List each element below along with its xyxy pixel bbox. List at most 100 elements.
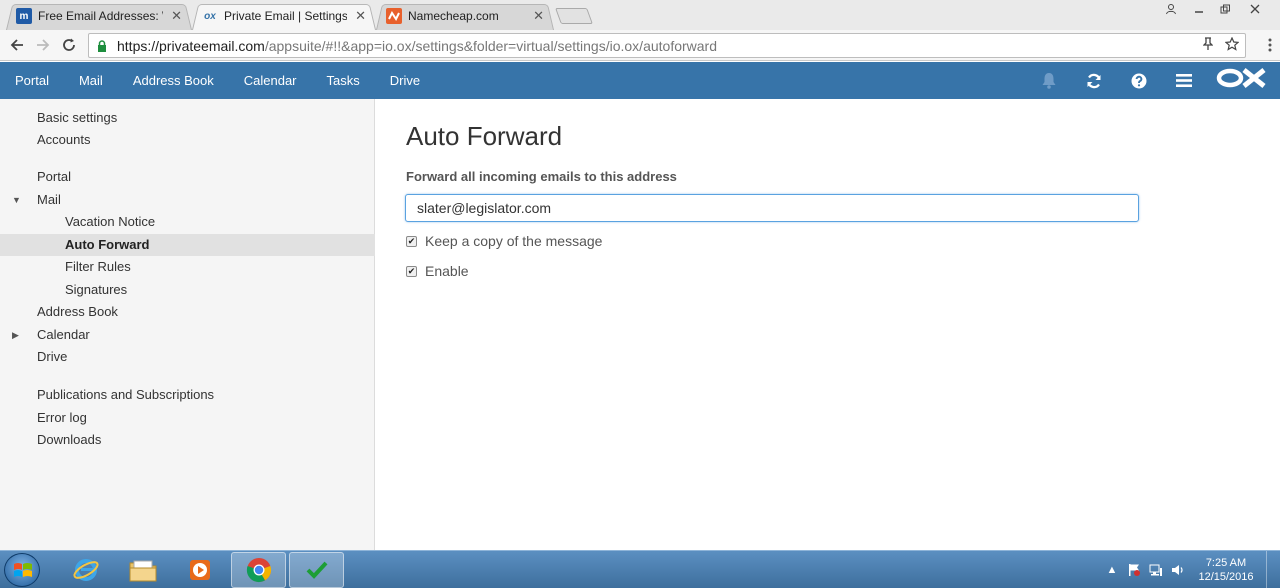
browser-tab-strip: m Free Email Addresses: W ✕ ox Private E… [0, 0, 1280, 30]
sidebar-item-label: Drive [37, 349, 68, 364]
sidebar-item-portal[interactable]: Portal [0, 166, 375, 188]
enable-checkbox[interactable]: ✔ [406, 265, 417, 277]
notifications-bell-icon[interactable] [1026, 62, 1071, 99]
sidebar-item-label: Vacation Notice [65, 214, 156, 229]
enable-option[interactable]: ✔ Enable [406, 263, 469, 279]
browser-tab[interactable]: Namecheap.com ✕ [376, 2, 554, 30]
namecheap-favicon-icon [386, 8, 402, 24]
ox-logo [1216, 67, 1270, 95]
app-top-bar: Portal Mail Address Book Calendar Tasks … [0, 62, 1280, 99]
pin-icon[interactable] [1202, 37, 1214, 54]
sidebar-item-error-log[interactable]: Error log [0, 407, 375, 429]
new-tab-button[interactable] [555, 8, 593, 24]
clock-time: 7:25 AM [1205, 557, 1247, 569]
sidebar-item-vacation-notice[interactable]: Vacation Notice [0, 211, 375, 233]
sidebar-item-label: Error log [37, 410, 87, 425]
nav-address-book[interactable]: Address Book [118, 62, 229, 99]
browser-tab-active[interactable]: ox Private Email | Settings A ✕ [192, 2, 376, 30]
forward-arrow-icon[interactable] [32, 34, 54, 56]
nav-drive[interactable]: Drive [375, 62, 435, 99]
sidebar-item-auto-forward[interactable]: Auto Forward [0, 234, 375, 256]
sidebar-item-calendar[interactable]: ▶ Calendar [0, 324, 375, 346]
ox-favicon-icon: ox [204, 10, 216, 22]
sidebar-item-label: Portal [37, 169, 71, 184]
caret-right-icon[interactable]: ▶ [12, 324, 19, 346]
file-explorer-icon[interactable] [115, 552, 170, 588]
nav-mail[interactable]: Mail [64, 62, 118, 99]
keep-copy-option[interactable]: ✔ Keep a copy of the message [406, 233, 602, 249]
network-icon[interactable] [1146, 560, 1166, 580]
sidebar-item-mail[interactable]: ▼ Mail [0, 189, 375, 211]
back-arrow-icon[interactable] [6, 34, 28, 56]
close-window-icon[interactable] [1242, 0, 1268, 18]
tab-title: Free Email Addresses: W [38, 9, 164, 23]
reload-icon[interactable] [58, 34, 80, 56]
caret-down-icon[interactable]: ▼ [12, 189, 21, 211]
sidebar-item-downloads[interactable]: Downloads [0, 429, 375, 451]
enable-label: Enable [425, 263, 469, 279]
sidebar-item-publications[interactable]: Publications and Subscriptions [0, 384, 375, 406]
bookmark-star-icon[interactable] [1224, 36, 1240, 54]
volume-icon[interactable] [1168, 560, 1188, 580]
help-icon[interactable] [1116, 62, 1161, 99]
sidebar-item-label: Address Book [37, 304, 118, 319]
keep-copy-label: Keep a copy of the message [425, 233, 603, 249]
windows-logo-icon [14, 563, 32, 577]
close-icon[interactable]: ✕ [171, 8, 182, 24]
sidebar-item-basic-settings[interactable]: Basic settings [0, 107, 375, 129]
settings-content: Auto Forward Forward all incoming emails… [376, 99, 1280, 550]
app-top-icons [1026, 62, 1280, 99]
settings-sidebar: Basic settings Accounts Portal ▼ Mail Va… [0, 99, 375, 550]
sidebar-item-label: Publications and Subscriptions [37, 387, 215, 402]
forward-address-input[interactable] [405, 194, 1139, 222]
tab-title: Namecheap.com [408, 9, 499, 23]
nav-portal[interactable]: Portal [0, 62, 64, 99]
address-bar[interactable]: https://privateemail.com/appsuite/#!!&ap… [88, 33, 1246, 58]
browser-toolbar: https://privateemail.com/appsuite/#!!&ap… [0, 30, 1280, 61]
menu-hamburger-icon[interactable] [1161, 62, 1206, 99]
url-path: /appsuite/#!!&app=io.ox/settings&folder=… [264, 37, 717, 54]
sidebar-item-label: Downloads [37, 432, 102, 447]
chrome-taskbar-icon[interactable] [231, 552, 286, 588]
sidebar-item-label: Basic settings [37, 110, 118, 125]
restore-icon[interactable] [1212, 0, 1238, 18]
sidebar-item-label: Auto Forward [65, 237, 150, 252]
show-desktop-button[interactable] [1266, 551, 1280, 588]
omnibox-actions [1202, 36, 1240, 54]
close-icon[interactable]: ✕ [533, 8, 544, 24]
sidebar-item-accounts[interactable]: Accounts [0, 129, 375, 151]
green-check-app-icon[interactable] [289, 552, 344, 588]
browser-tab[interactable]: m Free Email Addresses: W ✕ [6, 2, 192, 30]
sidebar-item-label: Calendar [37, 327, 90, 342]
sidebar-item-label: Signatures [65, 282, 128, 297]
minimize-icon[interactable] [1186, 0, 1212, 18]
sidebar-item-label: Filter Rules [65, 259, 131, 274]
nav-tasks[interactable]: Tasks [312, 62, 375, 99]
keep-copy-checkbox[interactable]: ✔ [406, 235, 417, 247]
close-icon[interactable]: ✕ [355, 8, 366, 24]
sidebar-item-address-book[interactable]: Address Book [0, 301, 375, 323]
action-center-flag-icon[interactable] [1124, 560, 1144, 580]
sidebar-item-label: Accounts [37, 132, 91, 147]
tab-title: Private Email | Settings A [224, 9, 348, 23]
windows-taskbar: ▲ 7:25 AM 12/15/2016 [0, 550, 1280, 588]
media-player-icon[interactable] [172, 552, 227, 588]
sidebar-item-signatures[interactable]: Signatures [0, 279, 375, 301]
nav-calendar[interactable]: Calendar [229, 62, 312, 99]
sidebar-item-drive[interactable]: Drive [0, 346, 375, 368]
app-nav: Portal Mail Address Book Calendar Tasks … [0, 62, 435, 99]
lock-icon [97, 39, 109, 52]
internet-explorer-icon[interactable] [58, 552, 113, 588]
url-host: https://privateemail.com [117, 37, 265, 54]
show-hidden-icons-icon[interactable]: ▲ [1102, 560, 1122, 580]
sidebar-item-label: Mail [37, 192, 61, 207]
forward-address-label: Forward all incoming emails to this addr… [406, 169, 677, 184]
user-profile-icon[interactable] [1160, 0, 1182, 18]
sidebar-item-filter-rules[interactable]: Filter Rules [0, 256, 375, 278]
refresh-icon[interactable] [1071, 62, 1116, 99]
taskbar-clock[interactable]: 7:25 AM 12/15/2016 [1190, 556, 1262, 584]
m-favicon-icon: m [16, 8, 32, 24]
start-button[interactable] [4, 553, 40, 587]
chrome-menu-icon[interactable] [1268, 38, 1272, 52]
clock-date: 12/15/2016 [1198, 571, 1254, 583]
